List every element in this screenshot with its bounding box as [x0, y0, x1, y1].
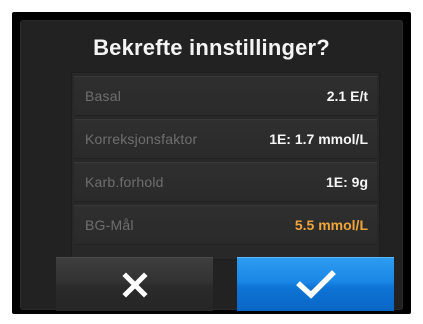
setting-label: Korreksjonsfaktor [85, 131, 198, 147]
setting-value: 1E: 9g [325, 174, 368, 190]
setting-row-correction-factor: Korreksjonsfaktor 1E: 1.7 mmol/L [74, 119, 377, 159]
setting-label: Karb.forhold [85, 174, 164, 190]
confirm-dialog: Bekrefte innstillinger? Basal 2.1 E/t Ko… [20, 20, 403, 311]
setting-row-carb-ratio: Karb.forhold 1E: 9g [74, 162, 377, 202]
cancel-button[interactable] [56, 257, 213, 311]
setting-label: Basal [85, 88, 122, 104]
confirm-button[interactable] [237, 257, 394, 311]
setting-value: 1E: 1.7 mmol/L [269, 131, 368, 147]
close-icon [121, 271, 148, 298]
setting-row-bg-target: BG-Mål 5.5 mmol/L [74, 205, 377, 245]
dialog-title: Bekrefte innstillinger? [93, 35, 330, 60]
checkmark-icon [295, 269, 336, 299]
setting-value-highlighted: 5.5 mmol/L [294, 217, 368, 233]
setting-label: BG-Mål [85, 217, 134, 233]
settings-list: Basal 2.1 E/t Korreksjonsfaktor 1E: 1.7 … [71, 72, 380, 260]
setting-value: 2.1 E/t [326, 88, 368, 104]
setting-row-basal: Basal 2.1 E/t [74, 76, 377, 116]
